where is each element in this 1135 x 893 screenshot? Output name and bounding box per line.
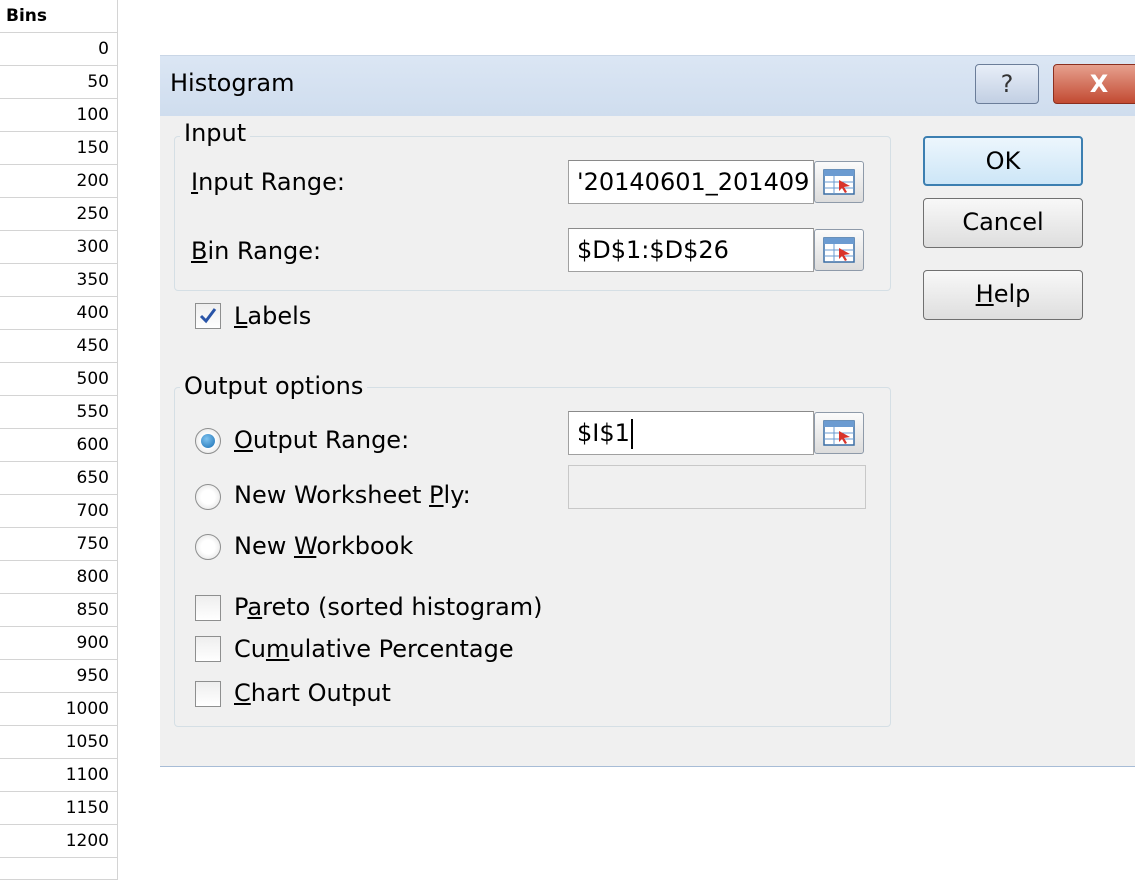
output-options-legend: Output options (180, 372, 368, 400)
chart-output-label[interactable]: Chart Output (234, 679, 391, 707)
bin-cell[interactable]: 950 (0, 660, 118, 693)
spreadsheet-column: Bins 0 50 100 150 200 250 300 350 400 45… (0, 0, 120, 893)
chart-output-checkbox[interactable] (195, 681, 221, 707)
bin-cell[interactable]: 900 (0, 627, 118, 660)
dialog-title: Histogram (170, 69, 295, 97)
text-caret (630, 419, 633, 449)
close-icon: X (1089, 70, 1109, 98)
output-range-radio[interactable] (195, 428, 221, 454)
range-select-icon (823, 169, 855, 195)
bin-cell[interactable]: 1000 (0, 693, 118, 726)
labels-checkbox-label[interactable]: Labels (234, 302, 311, 330)
bin-cell[interactable]: 400 (0, 297, 118, 330)
new-workbook-label[interactable]: New Workbook (234, 532, 413, 560)
checkmark-icon (199, 308, 217, 324)
bin-cell[interactable]: 250 (0, 198, 118, 231)
column-header-cell[interactable]: Bins (0, 0, 118, 33)
bin-cell[interactable]: 1200 (0, 825, 118, 858)
close-button[interactable]: X (1053, 64, 1135, 104)
bin-range-label: Bin Range: (191, 237, 322, 265)
ok-button[interactable]: OK (923, 136, 1083, 186)
question-icon: ? (1000, 70, 1014, 98)
empty-cell[interactable] (0, 858, 118, 880)
input-range-label: Input Range: (191, 168, 345, 196)
input-range-collapse-button[interactable] (814, 161, 864, 203)
pareto-label[interactable]: Pareto (sorted histogram) (234, 593, 542, 621)
output-range-label[interactable]: Output Range: (234, 426, 409, 454)
bin-cell[interactable]: 1150 (0, 792, 118, 825)
bin-cell[interactable]: 350 (0, 264, 118, 297)
labels-checkbox[interactable] (195, 303, 221, 329)
bin-range-collapse-button[interactable] (814, 229, 864, 271)
bin-cell[interactable]: 650 (0, 462, 118, 495)
output-range-field[interactable]: $I$1 (568, 411, 814, 455)
output-range-value: $I$1 (577, 419, 630, 447)
bin-cell[interactable]: 500 (0, 363, 118, 396)
input-group-legend: Input (180, 119, 251, 147)
bin-cell[interactable]: 0 (0, 33, 118, 66)
pareto-checkbox[interactable] (195, 595, 221, 621)
new-worksheet-radio[interactable] (195, 484, 221, 510)
range-select-icon (823, 237, 855, 263)
bin-cell[interactable]: 750 (0, 528, 118, 561)
bin-cell[interactable]: 1050 (0, 726, 118, 759)
bin-cell[interactable]: 800 (0, 561, 118, 594)
help-question-button[interactable]: ? (975, 64, 1039, 104)
bin-cell[interactable]: 100 (0, 99, 118, 132)
cumulative-percentage-checkbox[interactable] (195, 636, 221, 662)
new-worksheet-label[interactable]: New Worksheet Ply: (234, 481, 471, 509)
bin-cell[interactable]: 50 (0, 66, 118, 99)
dialog-titlebar[interactable]: Histogram ? X (160, 56, 1135, 116)
bin-cell[interactable]: 850 (0, 594, 118, 627)
input-range-field[interactable]: '20140601_201409 (568, 160, 814, 204)
help-button[interactable]: Help (923, 270, 1083, 320)
cumulative-percentage-label[interactable]: Cumulative Percentage (234, 635, 514, 663)
bin-cell[interactable]: 150 (0, 132, 118, 165)
radio-selected-dot (201, 434, 215, 448)
bin-cell[interactable]: 600 (0, 429, 118, 462)
bin-cell[interactable]: 700 (0, 495, 118, 528)
bin-cell[interactable]: 200 (0, 165, 118, 198)
new-workbook-radio[interactable] (195, 534, 221, 560)
bin-range-field[interactable]: $D$1:$D$26 (568, 228, 814, 272)
input-range-value: '20140601_201409 (577, 168, 810, 196)
bin-range-value: $D$1:$D$26 (577, 236, 729, 264)
bin-cell[interactable]: 550 (0, 396, 118, 429)
bin-cell[interactable]: 450 (0, 330, 118, 363)
histogram-dialog: Histogram ? X Input Input Range: '201406… (160, 55, 1135, 767)
range-select-icon (823, 420, 855, 446)
cancel-button[interactable]: Cancel (923, 198, 1083, 248)
output-range-collapse-button[interactable] (814, 412, 864, 454)
bin-cell[interactable]: 300 (0, 231, 118, 264)
new-worksheet-name-field[interactable] (568, 465, 866, 509)
bin-cell[interactable]: 1100 (0, 759, 118, 792)
